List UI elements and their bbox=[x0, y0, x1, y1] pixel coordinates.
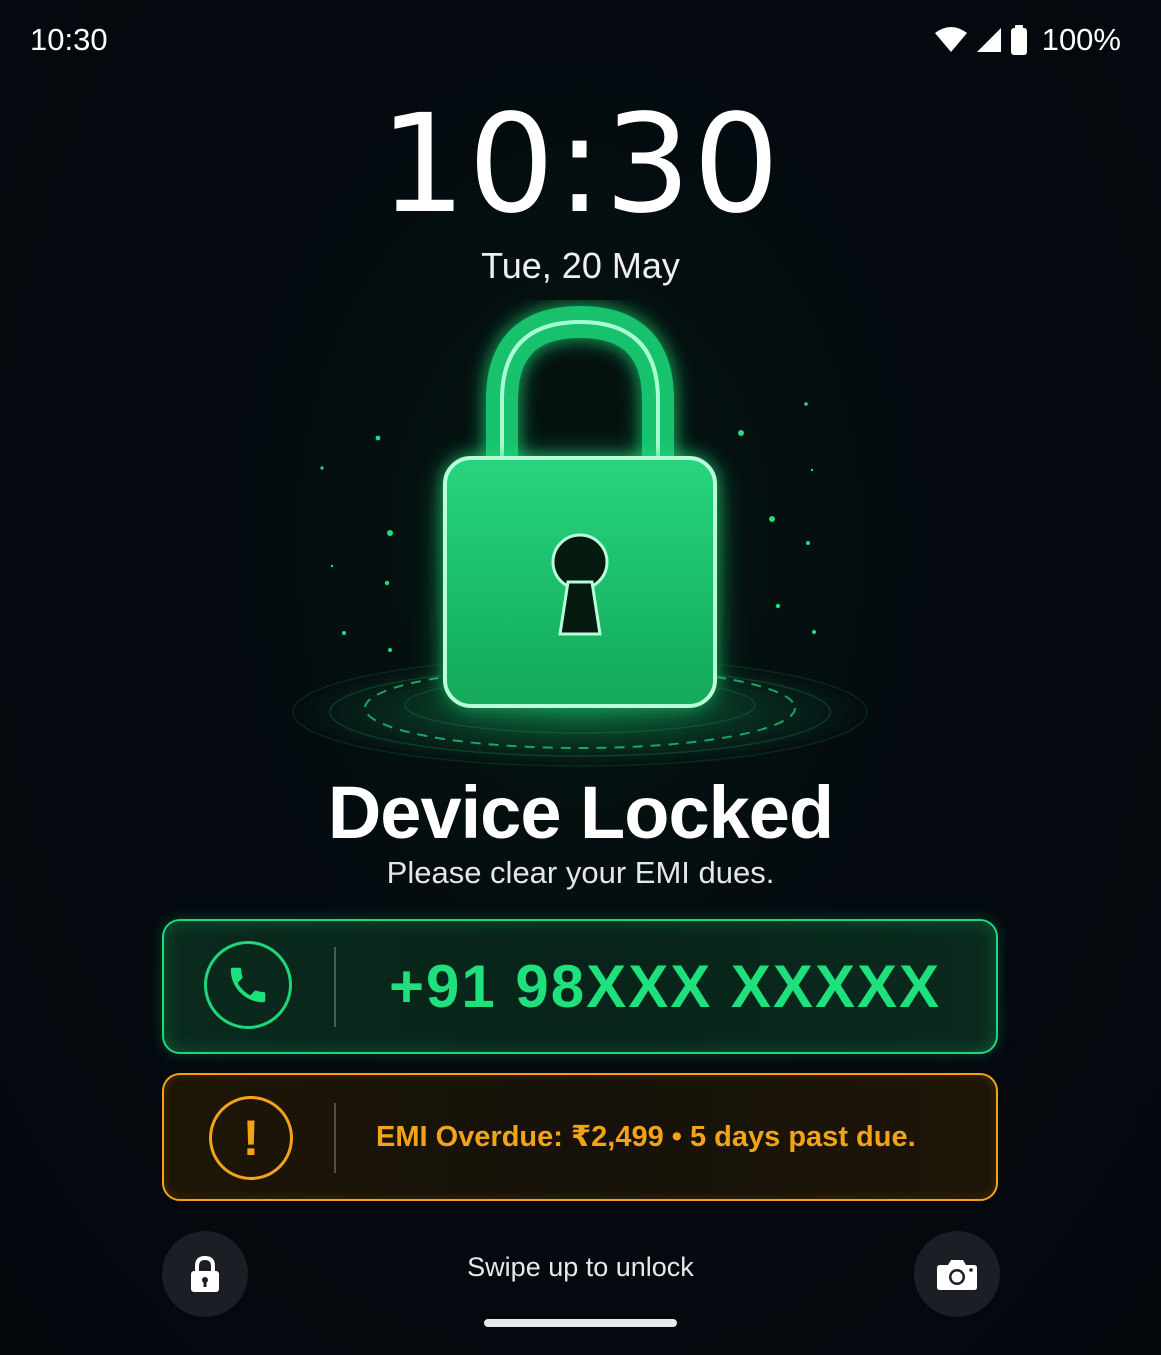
emi-overdue-message: EMI Overdue: ₹2,499 • 5 days past due. bbox=[376, 1121, 916, 1153]
status-time: 10:30 bbox=[30, 22, 108, 57]
camera-icon bbox=[937, 1260, 977, 1290]
lockscreen-date: Tue, 20 May bbox=[481, 245, 680, 286]
signal-icon bbox=[976, 27, 1002, 53]
call-support-button[interactable]: +91 98XXX XXXXX bbox=[162, 919, 998, 1054]
padlock-illustration bbox=[280, 300, 880, 780]
wifi-icon bbox=[934, 27, 968, 53]
padlock-icon bbox=[290, 305, 870, 768]
battery-percent: 100% bbox=[1041, 22, 1121, 57]
camera-button[interactable] bbox=[914, 1231, 1000, 1317]
exclamation-icon: ! bbox=[209, 1096, 293, 1180]
page-subtitle: Please clear your EMI dues. bbox=[386, 855, 775, 890]
status-icons: 100% bbox=[934, 22, 1121, 58]
phone-icon bbox=[204, 941, 292, 1029]
emi-overdue-alert: ! EMI Overdue: ₹2,499 • 5 days past due. bbox=[162, 1073, 998, 1201]
home-indicator[interactable] bbox=[484, 1319, 677, 1327]
lockscreen-clock: 10:30 bbox=[379, 86, 782, 244]
card-divider bbox=[334, 947, 336, 1027]
battery-icon bbox=[1010, 25, 1028, 55]
alert-divider bbox=[334, 1103, 336, 1173]
support-phone-number: +91 98XXX XXXXX bbox=[388, 953, 941, 1020]
page-title: Device Locked bbox=[327, 771, 834, 854]
status-bar: 10:30 100% bbox=[0, 0, 1161, 84]
